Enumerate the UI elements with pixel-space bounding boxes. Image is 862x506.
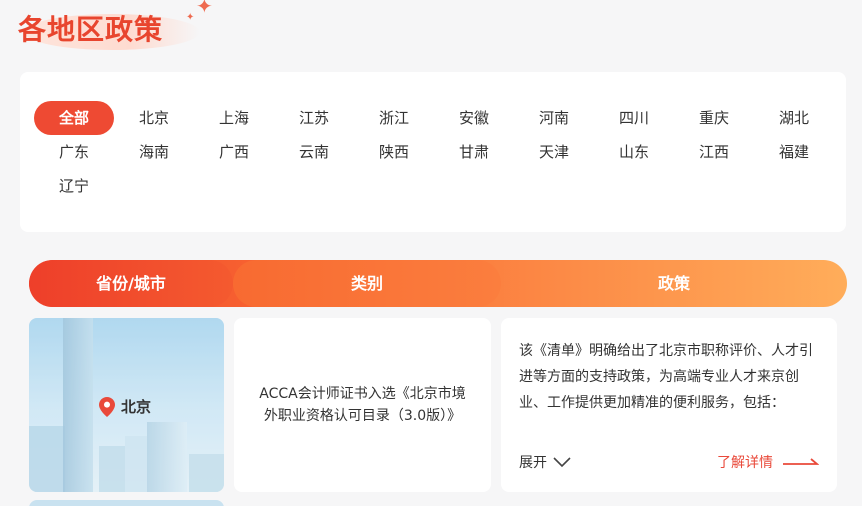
city-label: 北京 [99, 396, 151, 417]
arrow-right-icon [783, 458, 819, 465]
region-chip[interactable]: 四川 [594, 101, 674, 135]
sparkle-small-icon: ✦ [186, 12, 195, 23]
learn-more-link[interactable]: 了解详情 [717, 452, 819, 472]
region-chip[interactable]: 甘肃 [434, 135, 514, 169]
region-chip[interactable]: 山东 [594, 135, 674, 169]
region-chip[interactable]: 福建 [754, 135, 834, 169]
expand-button[interactable]: 展开 [519, 452, 571, 472]
category-text: ACCA会计师证书入选《北京市境外职业资格认可目录（3.0版）》 [259, 386, 466, 424]
region-chip[interactable]: 云南 [274, 135, 354, 169]
table-header: 政策 类别 省份/城市 [29, 260, 847, 307]
region-chip[interactable]: 江苏 [274, 101, 354, 135]
region-chip[interactable]: 安徽 [434, 101, 514, 135]
region-chip-list: 全部 北京 上海 江苏 浙江 安徽 河南 四川 重庆 湖北广东 海南 广西 云南 陕西 甘肃 天津 山东 江西 福建… [34, 101, 834, 203]
region-chip[interactable]: 上海 [194, 101, 274, 135]
city-name: 北京 [121, 398, 152, 416]
section-title: 各地区政策 [18, 13, 164, 46]
region-chip-all[interactable]: 全部 [34, 101, 114, 135]
expand-label: 展开 [519, 455, 547, 471]
region-filter-card: 全部 北京 上海 江苏 浙江 安徽 河南 四川 重庆 湖北广东 海南 广西 云南 陕西 甘肃 天津 山东 江西 福建… [20, 72, 846, 232]
learn-more-label: 了解详情 [717, 455, 773, 471]
policy-cell: 该《清单》明确给出了北京市职称评价、人才引进等方面的支持政策，为高端专业人才来京… [501, 318, 837, 492]
region-chip[interactable]: 北京 [114, 101, 194, 135]
category-cell: ACCA会计师证书入选《北京市境外职业资格认可目录（3.0版）》 [234, 318, 491, 492]
region-chip[interactable]: 辽宁 [34, 169, 114, 203]
region-chip[interactable]: 广西 [194, 135, 274, 169]
region-chip[interactable]: 河南 [514, 101, 594, 135]
region-chip[interactable]: 浙江 [354, 101, 434, 135]
region-chip[interactable]: 湖北 [754, 101, 834, 135]
region-chip[interactable]: 江西 [674, 135, 754, 169]
chevron-down-icon [553, 457, 571, 468]
sparkle-icon: ✦ [196, 0, 213, 18]
region-chip[interactable]: 陕西 [354, 135, 434, 169]
location-pin-icon [99, 396, 115, 417]
city-image: 北京 [29, 318, 224, 492]
header-category: 类别 [233, 260, 501, 307]
next-row-image [29, 500, 224, 506]
header-province-city: 省份/城市 [29, 260, 233, 307]
section-title-wrap: 各地区政策 ✦ ✦ [18, 0, 238, 56]
region-chip[interactable]: 海南 [114, 135, 194, 169]
region-chip[interactable]: 重庆 [674, 101, 754, 135]
region-chip[interactable]: 天津 [514, 135, 594, 169]
policy-text: 该《清单》明确给出了北京市职称评价、人才引进等方面的支持政策，为高端专业人才来京… [519, 343, 813, 411]
region-chip[interactable]: 广东 [34, 135, 114, 169]
header-policy: 政策 [657, 274, 690, 293]
